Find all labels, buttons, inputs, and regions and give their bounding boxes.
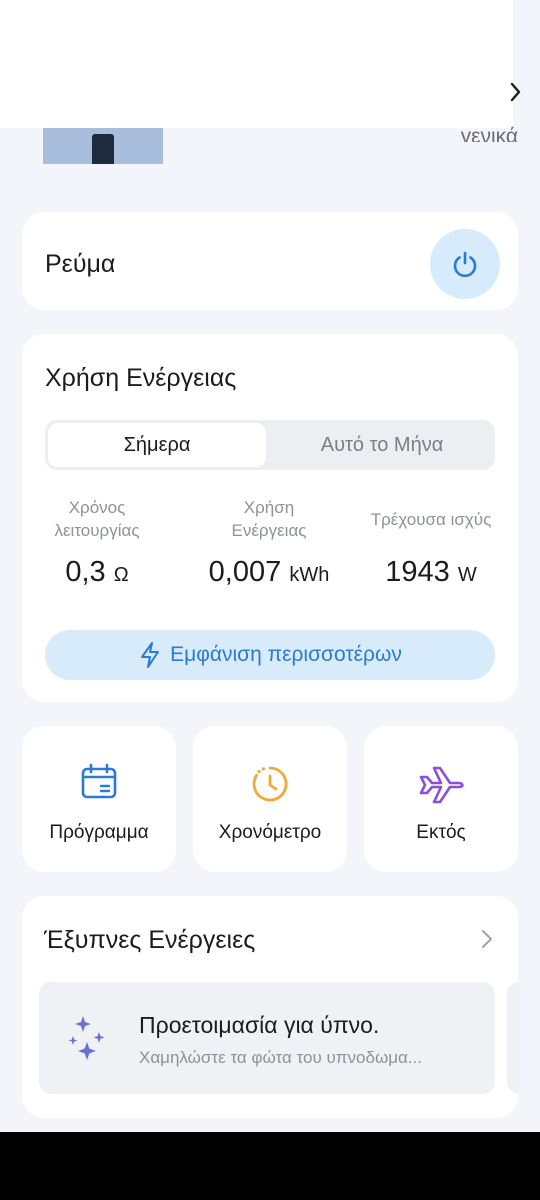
scene-subtitle: Χαμηλώστε τα φώτα του υπνοδωμα... [139,1048,423,1067]
period-segmented-control: Αυτό το Μήνα Σήμερα [45,420,495,470]
top-overlay [0,0,513,128]
sparkle-icon [68,1016,105,1060]
tab-today[interactable]: Σήμερα [48,423,266,467]
runtime-unit: Ω [113,564,129,586]
power-toggle-button[interactable] [430,229,500,299]
current-power-caption: Τρέχουσα ισχύς [370,509,492,529]
airplane-icon [419,766,464,804]
smart-actions-title: Έξυπνες Ενέργειες [44,926,256,954]
current-power-value: 1943 [385,556,450,588]
power-icon [453,251,477,278]
usage-value: 0,007 [208,556,282,588]
schedule-label: Πρόγραμμα [49,822,149,843]
smart-actions-card: Έξυπνες Ενέργειες Προετοιμασία για ύπνο.… [22,896,518,1118]
system-navigation-bar [0,1132,540,1200]
usage-unit: kWh [289,564,330,586]
chevron-right-icon[interactable] [480,928,494,955]
power-card: Ρεύμα [22,212,518,310]
lightning-icon [141,642,160,668]
timer-label: Χρονόμετρο [218,822,322,843]
chevron-right-icon[interactable] [506,80,526,104]
away-label: Εκτός [416,822,466,843]
device-image [43,128,163,164]
energy-title: Χρήση Ενέργειας [45,364,237,392]
show-more-button[interactable]: Εμφάνιση περισσοτέρων [45,630,495,680]
scene-sleep-prep[interactable]: Προετοιμασία για ύπνο. Χαμηλώστε τα φώτα… [39,982,495,1094]
scene-title: Προετοιμασία για ύπνο. [139,1012,380,1038]
away-tile[interactable]: Εκτός [364,726,518,872]
header-partial-label: γενικά [460,125,518,142]
usage-value-row: 0,007 kWh [194,556,344,589]
usage-caption: Χρήση Ενέργειας [231,498,307,540]
next-scene-peek[interactable] [507,982,519,1094]
show-more-label: Εμφάνιση περισσοτέρων [170,643,402,666]
current-power-stat: Τρέχουσα ισχύς 1943 W [346,496,516,589]
tab-this-month[interactable]: Αυτό το Μήνα [269,420,495,470]
schedule-tile[interactable]: Πρόγραμμα [22,726,176,872]
power-label: Ρεύμα [45,250,116,278]
usage-stat: Χρήση Ενέργειας 0,007 kWh [194,496,344,589]
energy-usage-card: Χρήση Ενέργειας Αυτό το Μήνα Σήμερα Χρόν… [22,334,518,702]
runtime-value: 0,3 [65,556,106,588]
clock-icon [252,766,288,802]
current-power-unit: W [457,564,477,586]
runtime-stat: Χρόνος λειτουργίας 0,3 Ω [22,496,172,589]
current-power-value-row: 1943 W [346,556,516,589]
runtime-caption: Χρόνος λειτουργίας [54,498,140,540]
timer-tile[interactable]: Χρονόμετρο [193,726,347,872]
calendar-icon [81,763,117,799]
runtime-value-row: 0,3 Ω [22,556,172,589]
